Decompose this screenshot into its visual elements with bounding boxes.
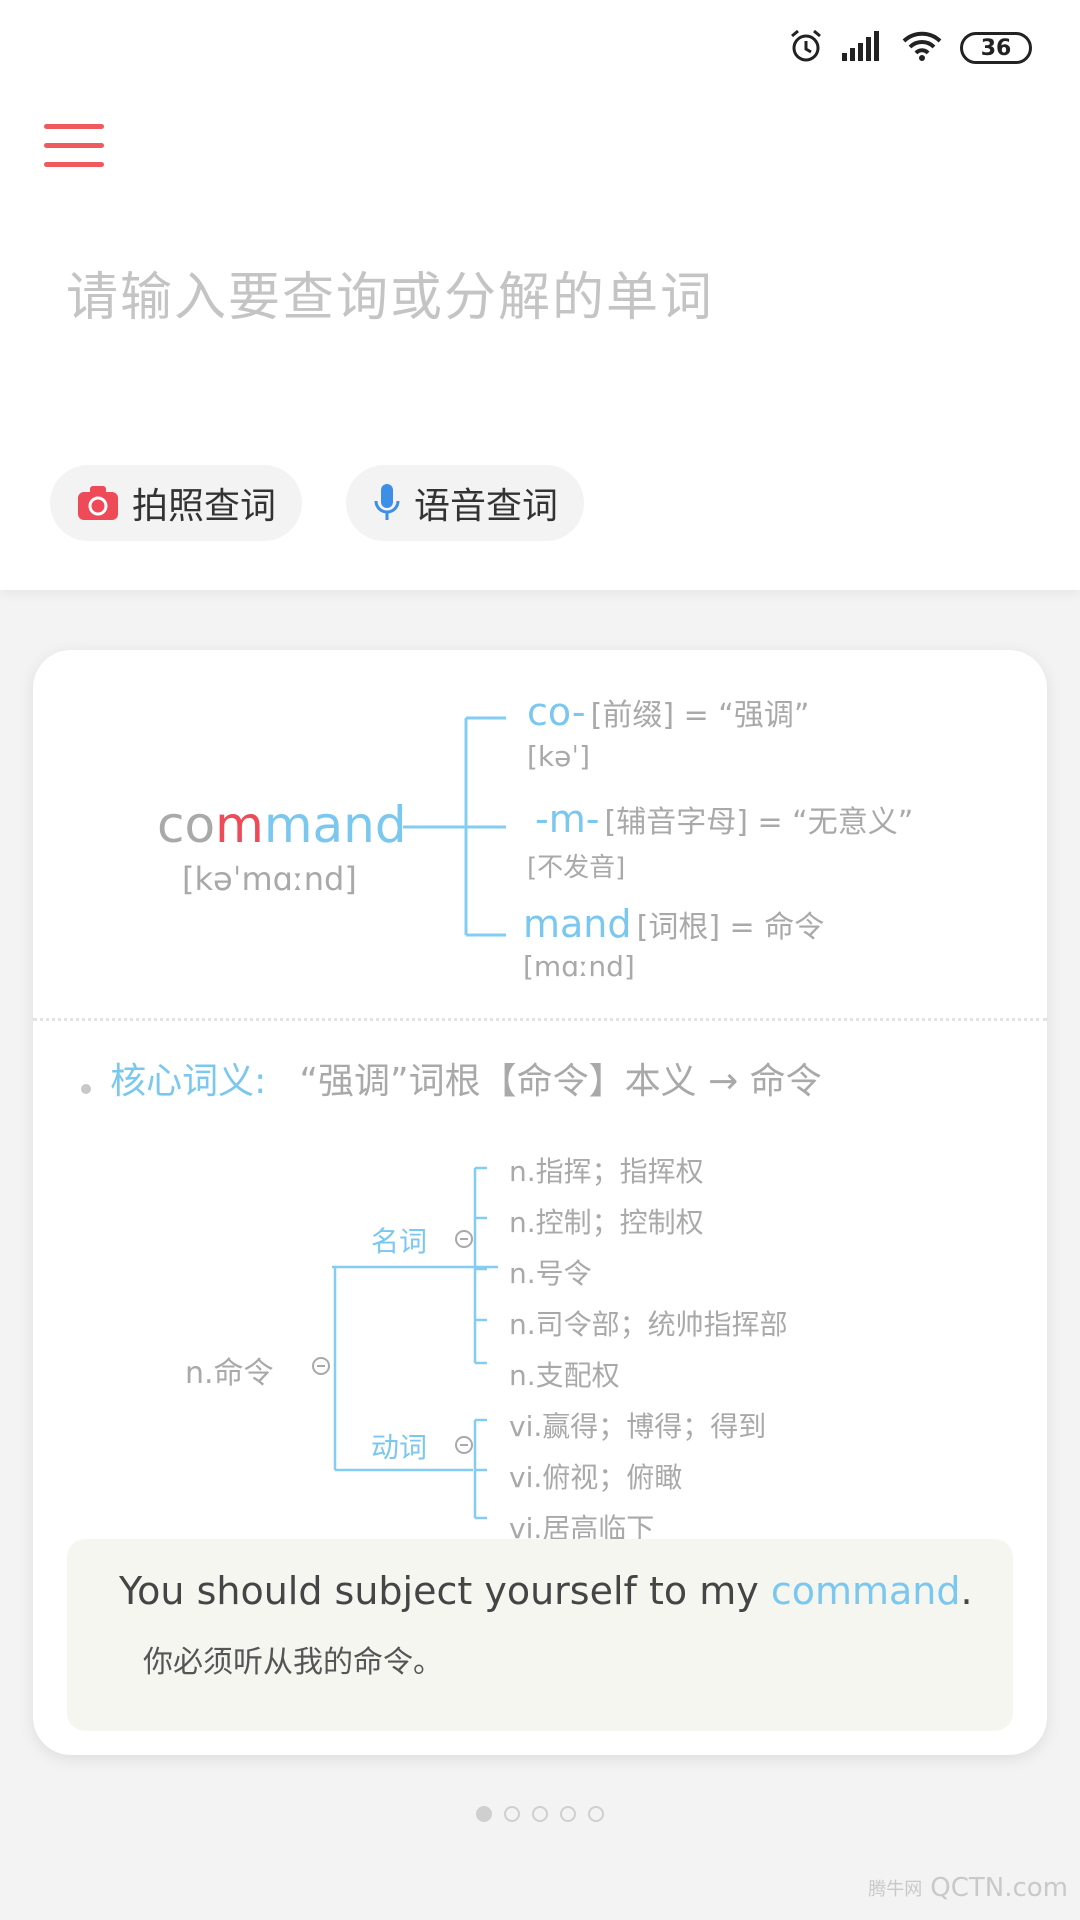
pos-noun-label: 名词: [371, 1225, 428, 1258]
core-meaning: 核心词义: “强调”词根【命令】本义 → 命令: [81, 1052, 822, 1104]
morpheme-infix: -m- [辅音字母] = “无意义”: [535, 797, 913, 841]
menu-button[interactable]: [44, 124, 106, 168]
noun-sense: n.控制；控制权: [509, 1206, 704, 1239]
morpheme-prefix: co- [前缀] = “强调”: [527, 690, 809, 734]
alarm-icon: [788, 28, 824, 68]
morpheme-part: mand: [523, 902, 632, 946]
photo-search-button[interactable]: 拍照查词: [50, 465, 302, 541]
wifi-icon: [902, 31, 942, 65]
section-divider: [33, 1018, 1047, 1021]
headword-part-co: co: [157, 796, 216, 854]
noun-sense: n.司令部；统帅指挥部: [509, 1308, 788, 1341]
search-input[interactable]: 请输入要查询或分解的单词: [66, 262, 1006, 334]
voice-search-label: 语音查词: [414, 486, 559, 527]
bullet-icon: [81, 1083, 91, 1094]
morpheme-desc: [辅音字母] = “无意义”: [604, 805, 914, 840]
signal-icon: [842, 31, 884, 65]
page-dot[interactable]: [588, 1806, 604, 1822]
battery-icon: 36: [960, 32, 1032, 64]
verb-sense: vi.赢得；博得；得到: [509, 1410, 767, 1443]
example-translation: 你必须听从我的命令。: [143, 1645, 443, 1680]
watermark-small: 腾牛网: [868, 1879, 923, 1900]
search-header: 36 请输入要查询或分解的单词 拍照查词 语音查词: [0, 0, 1080, 590]
core-meaning-label: 核心词义:: [110, 1061, 267, 1102]
example-sentence: You should subject yourself to my comman…: [119, 1569, 973, 1613]
root-sense: n.命令: [185, 1356, 274, 1391]
morpheme-root: mand [词根] = 命令: [523, 902, 824, 946]
example-text: You should subject yourself to my: [119, 1569, 771, 1613]
watermark-text: QCTN.com: [930, 1873, 1068, 1903]
core-meaning-text: “强调”词根【命令】本义 → 命令: [299, 1061, 822, 1102]
noun-sense: n.号令: [509, 1257, 592, 1290]
example-highlight: command: [770, 1569, 961, 1613]
battery-level: 36: [980, 35, 1012, 61]
word-card[interactable]: command [kəˈmɑːnd] co- [前缀] = “强调” [kəˈ]…: [33, 650, 1047, 1755]
morpheme-sub: [kəˈ]: [527, 740, 590, 773]
pos-verb-label: 动词: [371, 1431, 428, 1464]
microphone-icon: [374, 484, 400, 522]
page-dot[interactable]: [476, 1806, 492, 1822]
voice-search-button[interactable]: 语音查词: [346, 465, 584, 541]
morpheme-sub: [mɑːnd]: [523, 950, 635, 983]
morpheme-desc: [词根] = 命令: [636, 910, 825, 945]
verb-sense: vi.俯视；俯瞰: [509, 1461, 683, 1494]
pagination-dots[interactable]: [0, 1806, 1080, 1822]
photo-search-label: 拍照查词: [132, 486, 277, 527]
morpheme-sub: [不发音]: [527, 853, 626, 883]
page-dot[interactable]: [504, 1806, 520, 1822]
morpheme-part: -m-: [535, 797, 600, 841]
noun-sense: n.指挥；指挥权: [509, 1155, 704, 1188]
morpheme-desc: [前缀] = “强调”: [590, 698, 810, 733]
example-end: .: [960, 1569, 973, 1613]
watermark: 腾牛网 QCTN.com: [868, 1860, 1068, 1916]
headword: command: [157, 796, 407, 854]
status-bar: 36: [788, 26, 1032, 70]
camera-icon: [78, 486, 118, 520]
headword-part-m: m: [215, 796, 264, 854]
example-box: You should subject yourself to my comman…: [67, 1539, 1013, 1731]
headword-part-mand: mand: [263, 796, 407, 854]
headword-phonetic: [kəˈmɑːnd]: [182, 860, 357, 898]
page-dot[interactable]: [560, 1806, 576, 1822]
morpheme-part: co-: [527, 690, 586, 734]
noun-sense: n.支配权: [509, 1359, 620, 1392]
page-dot[interactable]: [532, 1806, 548, 1822]
